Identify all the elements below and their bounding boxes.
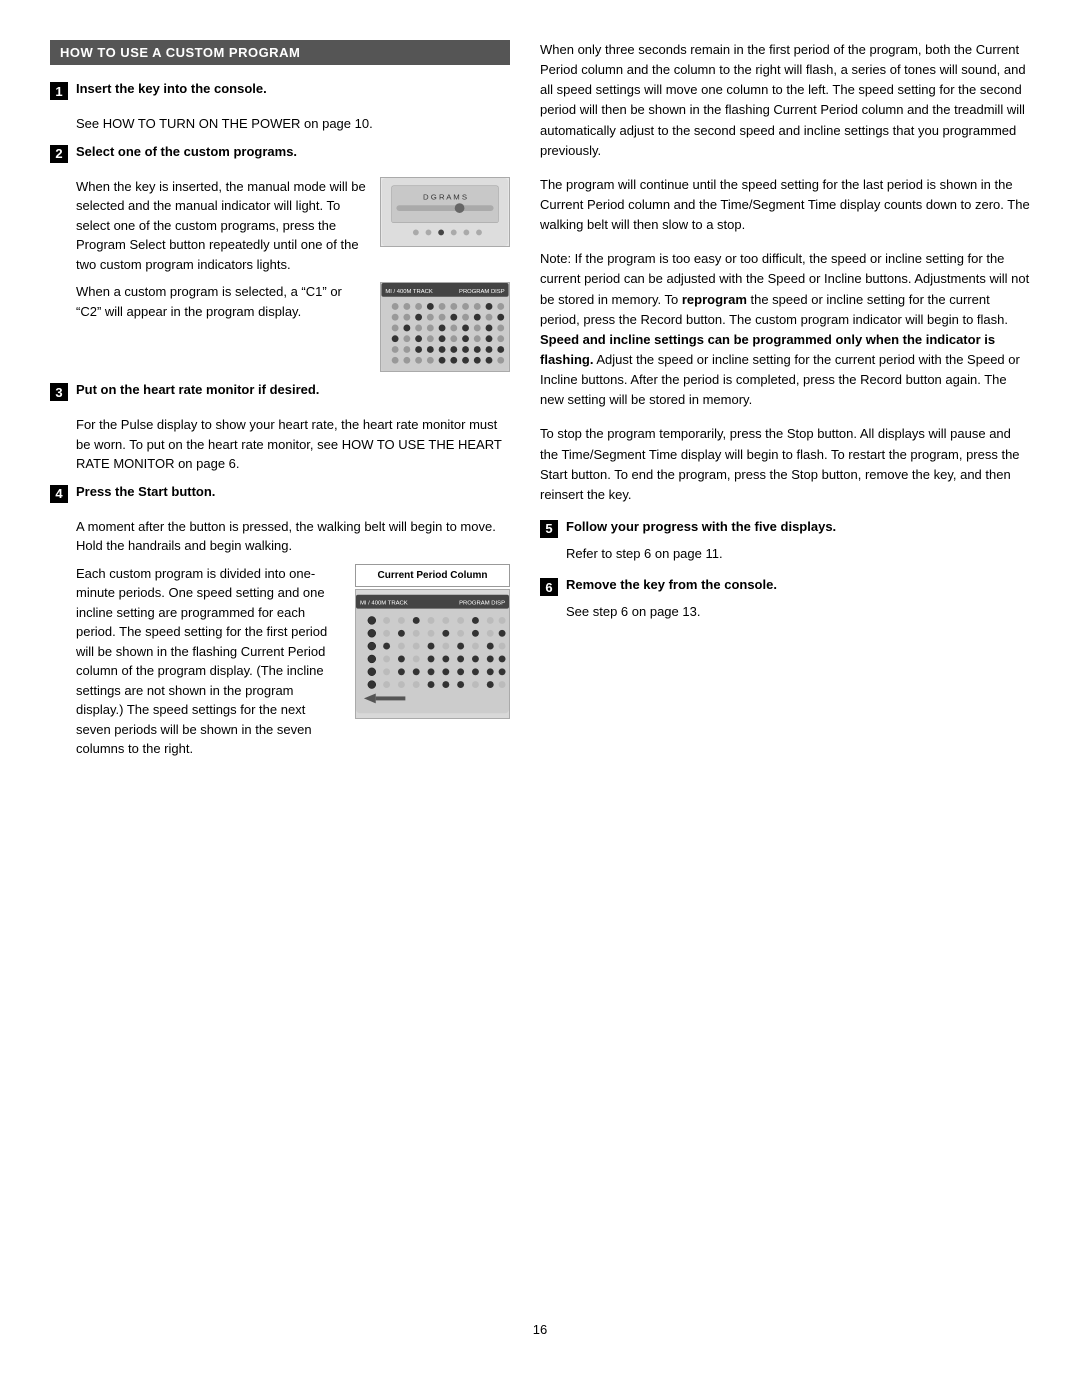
step-6-title: Remove the key from the console. [566, 577, 777, 592]
step-1: 1 Insert the key into the console. [50, 81, 510, 100]
step-1-content: See HOW TO TURN ON THE POWER on page 10. [76, 114, 510, 134]
console-svg-3: MI / 400M TRACK PROGRAM DISP [356, 590, 509, 718]
left-column: HOW TO USE A CUSTOM PROGRAM 1 Insert the… [50, 40, 510, 1292]
step-4-number: 4 [50, 485, 68, 503]
right-para-2: The program will continue until the spee… [540, 175, 1030, 235]
step-2-inline-text: When the key is inserted, the manual mod… [76, 177, 366, 275]
step-2-below-text: When a custom program is selected, a “C1… [76, 282, 366, 321]
step-5-title: Follow your progress with the five displ… [566, 519, 836, 534]
current-period-block: Each custom program is divided into one-… [76, 564, 510, 759]
step-2-number: 2 [50, 145, 68, 163]
step-2-inline-block-2: When a custom program is selected, a “C1… [76, 282, 510, 372]
svg-text:PROGRAM DISP: PROGRAM DISP [459, 289, 505, 295]
bold-speed-incline: Speed and incline settings can be progra… [540, 332, 995, 367]
step-4-content: A moment after the button is pressed, th… [76, 517, 510, 759]
step-1-number: 1 [50, 82, 68, 100]
page: HOW TO USE A CUSTOM PROGRAM 1 Insert the… [0, 0, 1080, 1397]
svg-text:MI / 400M TRACK: MI / 400M TRACK [385, 289, 433, 295]
right-para-1: When only three seconds remain in the fi… [540, 40, 1030, 161]
step-3-title: Put on the heart rate monitor if desired… [76, 382, 319, 397]
step-3-number: 3 [50, 383, 68, 401]
svg-text:D G R A M S: D G R A M S [423, 192, 467, 201]
current-period-label: Current Period Column [355, 564, 510, 587]
section-header: HOW TO USE A CUSTOM PROGRAM [50, 40, 510, 65]
step-6-number: 6 [540, 578, 558, 596]
step-3-content: For the Pulse display to show your heart… [76, 415, 510, 474]
step-5-number: 5 [540, 520, 558, 538]
two-column-layout: HOW TO USE A CUSTOM PROGRAM 1 Insert the… [50, 40, 1030, 1292]
step-5-content: Refer to step 6 on page 11. [566, 544, 1030, 564]
step-4-custom-text: Each custom program is divided into one-… [76, 564, 341, 759]
console-image-2: MI / 400M TRACK PROGRAM DISP [380, 282, 510, 372]
step-2: 2 Select one of the custom programs. [50, 144, 510, 163]
step-6-content: See step 6 on page 13. [566, 602, 1030, 622]
step-4: 4 Press the Start button. [50, 484, 510, 503]
right-column: When only three seconds remain in the fi… [540, 40, 1030, 1292]
console-svg-2: MI / 400M TRACK PROGRAM DISP [381, 283, 509, 371]
console-image-1: D G R A M S [380, 177, 510, 247]
right-para-3: Note: If the program is too easy or too … [540, 249, 1030, 410]
svg-text:MI / 400M TRACK: MI / 400M TRACK [360, 600, 408, 606]
console-image-3: MI / 400M TRACK PROGRAM DISP [355, 589, 510, 719]
right-para-4: To stop the program temporarily, press t… [540, 424, 1030, 505]
console-svg-1: D G R A M S [381, 178, 509, 246]
step-4-body-text: A moment after the button is pressed, th… [76, 517, 510, 556]
step-1-title: Insert the key into the console. [76, 81, 267, 96]
step-5: 5 Follow your progress with the five dis… [540, 519, 1030, 538]
bold-reprogram: reprogram [682, 292, 747, 307]
step-2-title: Select one of the custom programs. [76, 144, 297, 159]
page-number: 16 [50, 1322, 1030, 1337]
step-2-inline-block: When the key is inserted, the manual mod… [76, 177, 510, 275]
svg-text:PROGRAM DISP: PROGRAM DISP [459, 600, 505, 606]
step-4-title: Press the Start button. [76, 484, 215, 499]
step-2-content: When the key is inserted, the manual mod… [76, 177, 510, 373]
step-3: 3 Put on the heart rate monitor if desir… [50, 382, 510, 401]
section-title: HOW TO USE A CUSTOM PROGRAM [60, 45, 300, 60]
step-6: 6 Remove the key from the console. [540, 577, 1030, 596]
